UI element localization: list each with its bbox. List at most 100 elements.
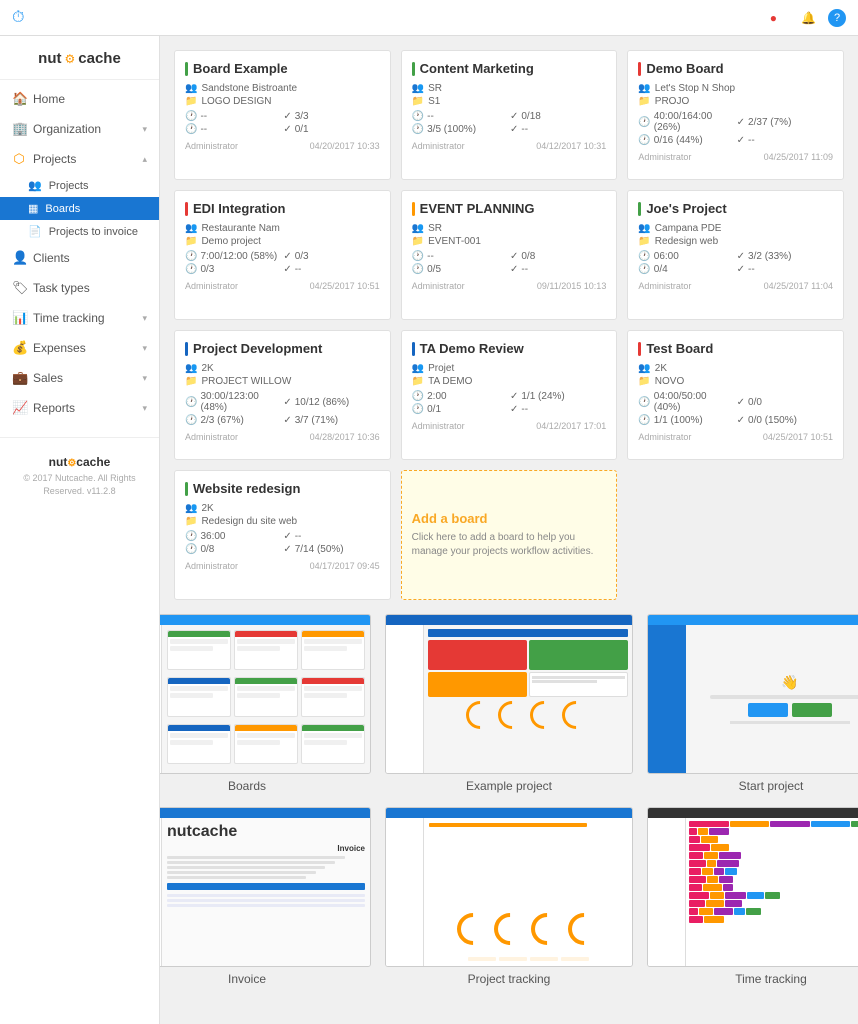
clients-icon: 👤 [12,250,26,266]
board-footer: Administrator 09/11/2015 10:13 [412,281,607,291]
board-user: Administrator [638,432,691,442]
clock2-icon: 🕐 [638,264,650,275]
board-card[interactable]: TA Demo Review 👥 Projet 📁 TA DEMO 🕐 2:00… [401,330,618,460]
gallery-section: Boards [174,614,844,986]
board-client: 👥 Restaurante Nam [185,223,380,234]
board-stats: 🕐 -- ✓ 0/8 🕐 0/5 ✓ -- [412,251,607,275]
sidebar-nav: 🏠 Home 🏢 Organization ▾ ⬡ Projects ▴ 👥 P… [0,80,159,427]
sidebar-item-reports[interactable]: 📈 Reports ▾ [0,393,159,423]
clients-label: Clients [33,251,147,265]
gallery-item-tracking[interactable]: Project tracking [385,807,633,986]
board-project: 📁 S1 [412,96,607,107]
board-card[interactable]: Board Example 👥 Sandstone Bistroante 📁 L… [174,50,391,180]
time-tracking-label: Time tracking [33,311,135,325]
help-icon[interactable]: ? [828,9,846,27]
board-project: 📁 EVENT-001 [412,236,607,247]
clock2-icon: 🕐 [412,264,424,275]
sidebar-item-sales[interactable]: 💼 Sales ▾ [0,363,159,393]
sidebar-item-expenses[interactable]: 💰 Expenses ▾ [0,333,159,363]
board-card[interactable]: Website redesign 👥 2K 📁 Redesign du site… [174,470,391,600]
boards-grid: Board Example 👥 Sandstone Bistroante 📁 L… [174,50,844,600]
tasks2-icon: ✓ [283,264,291,275]
gallery-item-start[interactable]: 👋 Start project [647,614,858,793]
time-chevron-icon: ▾ [142,313,147,324]
gallery-thumb-start: 👋 [647,614,858,774]
board-card[interactable]: Content Marketing 👥 SR 📁 S1 🕐 -- ✓ 0/18 … [401,50,618,180]
board-card[interactable]: Joe's Project 👥 Campana PDE 📁 Redesign w… [627,190,844,320]
board-footer: Administrator 04/25/2017 11:04 [638,281,833,291]
organization-label: Organization [33,122,135,136]
board-stat-tasks1: ✓ 10/12 (86%) [283,391,379,413]
board-color-indicator [185,62,188,76]
gallery-item-project[interactable]: Example project [385,614,633,793]
timer-icon[interactable]: ⏱ [12,9,24,27]
board-footer: Administrator 04/12/2017 10:31 [412,141,607,151]
bell-icon[interactable]: 🔔 [801,11,816,25]
sidebar-item-projects-sub[interactable]: 👥 Projects [0,174,159,197]
logo-gear-icon: ⚙ [65,52,76,66]
board-card[interactable]: Demo Board 👥 Let's Stop N Shop 📁 PROJO 🕐… [627,50,844,180]
client-icon: 👥 [638,223,650,234]
chevron-down-icon: ▾ [142,124,147,135]
board-card[interactable]: Test Board 👥 2K 📁 NOVO 🕐 04:00/50:00 (40… [627,330,844,460]
board-date: 04/25/2017 11:09 [764,152,833,162]
add-board-card[interactable]: Add a board Click here to add a board to… [401,470,618,600]
board-project: 📁 TA DEMO [412,376,607,387]
board-stat-tasks1: ✓ -- [283,531,379,542]
board-project: 📁 Redesign du site web [185,516,380,527]
board-color-indicator [638,202,641,216]
sidebar-item-clients[interactable]: 👤 Clients [0,243,159,273]
board-card[interactable]: EVENT PLANNING 👥 SR 📁 EVENT-001 🕐 -- ✓ 0… [401,190,618,320]
gallery-item-time[interactable]: Time tracking [647,807,858,986]
project-icon: 📁 [638,96,650,107]
gallery-item-boards[interactable]: Boards [160,614,371,793]
sidebar-item-time-tracking[interactable]: 📊 Time tracking ▾ [0,303,159,333]
project-icon: 📁 [185,236,197,247]
board-user: Administrator [185,281,238,291]
gallery-item-invoice[interactable]: nutcache Invoice Invoice [160,807,371,986]
projects-invoice-label: Projects to invoice [49,226,138,238]
gallery-row-2: nutcache Invoice Invoice [174,807,844,986]
board-stat-time1: 🕐 04:00/50:00 (40%) [638,391,734,413]
board-stat-tasks2: ✓ 3/7 (71%) [283,415,379,426]
project-icon: 📁 [412,96,424,107]
time-tracking-icon: 📊 [12,310,26,326]
board-stat-time1: 🕐 36:00 [185,531,281,542]
board-stat-tasks1: ✓ 0/3 [283,251,379,262]
sidebar-item-home[interactable]: 🏠 Home [0,84,159,114]
board-footer: Administrator 04/28/2017 10:36 [185,432,380,442]
project-icon: 📁 [638,236,650,247]
board-user: Administrator [185,141,238,151]
sidebar-item-projects-invoice[interactable]: 📄 Projects to invoice [0,220,159,243]
expenses-label: Expenses [33,341,135,355]
sidebar-item-task-types[interactable]: 🏷 Task types [0,273,159,303]
board-client: 👥 Projet [412,363,607,374]
project-icon: 📁 [412,236,424,247]
clock2-icon: 🕐 [185,124,197,135]
tasks2-icon: ✓ [283,124,291,135]
sidebar-item-boards[interactable]: ▦ Boards [0,197,159,220]
tasks-icon: ✓ [737,251,745,262]
sidebar-item-organization[interactable]: 🏢 Organization ▾ [0,114,159,144]
board-title: TA Demo Review [412,341,607,356]
home-icon: 🏠 [12,91,26,107]
board-footer: Administrator 04/12/2017 17:01 [412,421,607,431]
sidebar: nut ⚙ cache 🏠 Home 🏢 Organization ▾ ⬡ Pr… [0,36,160,1024]
reports-icon: 📈 [12,400,26,416]
sidebar-logo: nut ⚙ cache [0,36,159,80]
board-date: 04/20/2017 10:33 [310,141,380,151]
board-client: 👥 SR [412,223,607,234]
board-footer: Administrator 04/25/2017 11:09 [638,152,833,162]
board-client: 👥 2K [638,363,833,374]
project-icon: 📁 [185,516,197,527]
clock2-icon: 🕐 [185,264,197,275]
board-project: 📁 Demo project [185,236,380,247]
sidebar-item-projects[interactable]: ⬡ Projects ▴ [0,144,159,174]
sales-icon: 💼 [12,370,26,386]
board-user: Administrator [638,281,691,291]
user-indicator: ● [770,11,777,25]
board-card[interactable]: EDI Integration 👥 Restaurante Nam 📁 Demo… [174,190,391,320]
board-stat-tasks1: ✓ 1/1 (24%) [510,391,606,402]
gallery-label-tracking: Project tracking [385,972,633,986]
board-card[interactable]: Project Development 👥 2K 📁 PROJECT WILLO… [174,330,391,460]
